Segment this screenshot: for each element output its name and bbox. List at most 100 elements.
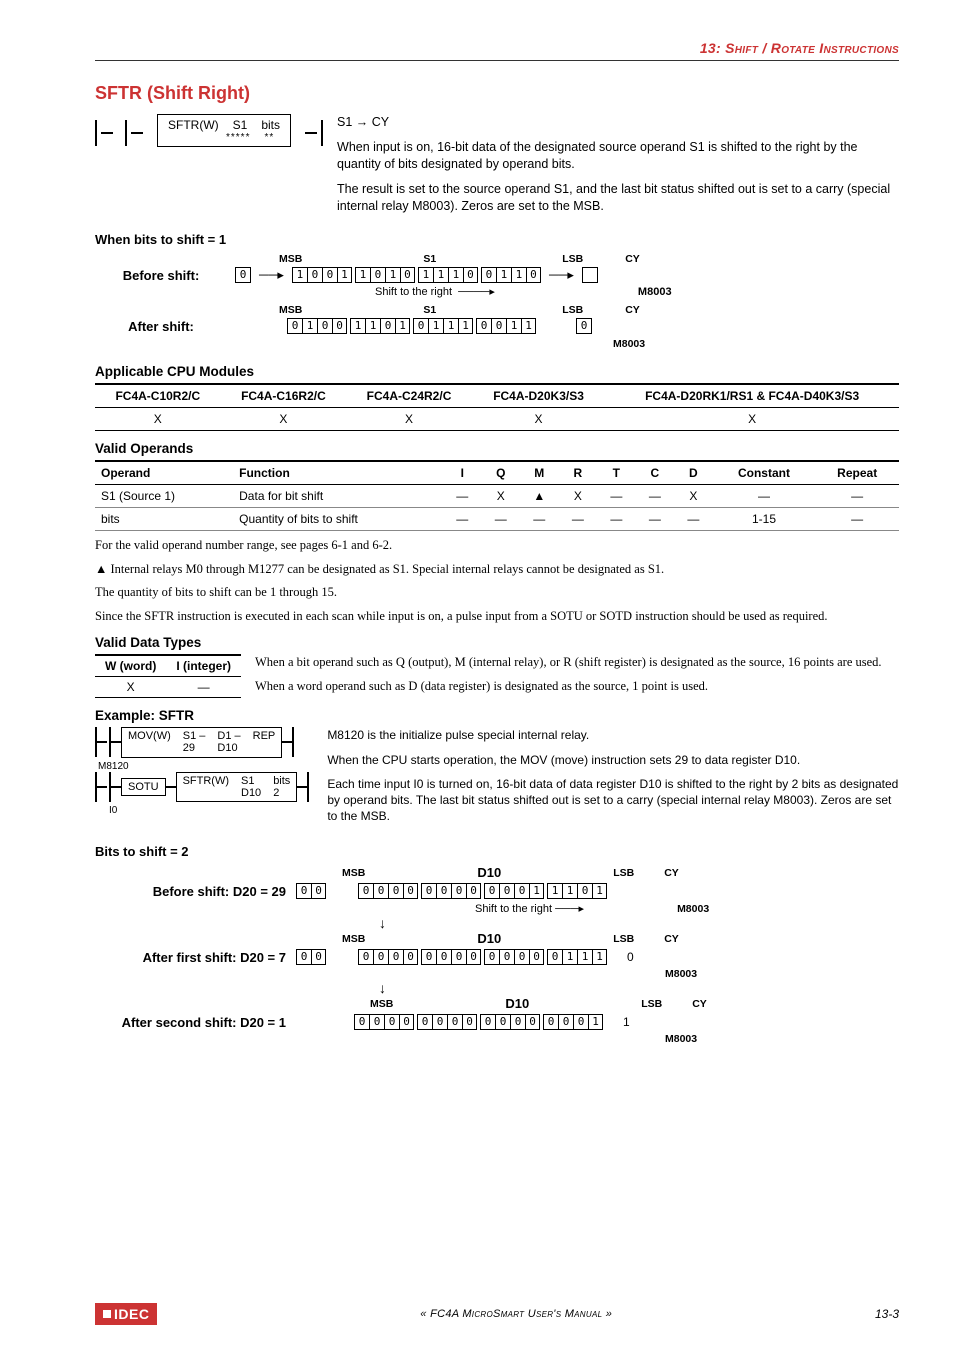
bs2-diagram: Bits to shift = 2 MSB D10 LSB CY Before … bbox=[95, 844, 899, 1045]
table-cell: bits bbox=[95, 508, 233, 531]
table-cell: — bbox=[482, 508, 521, 531]
bit-group: 0100 bbox=[287, 318, 347, 334]
table-row: bitsQuantity of bits to shift———————1-15… bbox=[95, 508, 899, 531]
example-heading: Example: SFTR bbox=[95, 708, 899, 723]
bit-cell: 0 bbox=[311, 883, 326, 899]
table-cell: — bbox=[443, 485, 482, 508]
bit-cell: 0 bbox=[421, 883, 436, 899]
label-lsb: LSB bbox=[641, 998, 662, 1010]
bit-cell: 0 bbox=[354, 1014, 369, 1030]
arrow-icon: ──▸ bbox=[259, 267, 284, 283]
ex-p3: Each time input I0 is turned on, 16-bit … bbox=[327, 776, 899, 825]
bit-cell: 1 bbox=[458, 318, 473, 334]
table-cell: S1 (Source 1) bbox=[95, 485, 233, 508]
bit-cell: 0 bbox=[451, 949, 466, 965]
ex-c2a: D1 – bbox=[217, 730, 240, 742]
ex-c1a: S1 – bbox=[183, 730, 206, 742]
bit-cell: 0 bbox=[403, 949, 418, 965]
label-d10: D10 bbox=[477, 931, 501, 946]
after-bits: 0100110101110011 bbox=[287, 318, 536, 334]
bit-cell: 1 bbox=[385, 267, 400, 283]
bit-cell: 1 bbox=[511, 267, 526, 283]
bit-cell: 1 bbox=[562, 883, 577, 899]
idec-logo: IDEC bbox=[95, 1303, 157, 1325]
example-text: M8120 is the initialize pulse special in… bbox=[327, 727, 899, 832]
bit-cell: 0 bbox=[463, 267, 478, 283]
bit-cell: 1 bbox=[592, 949, 607, 965]
instr-stars1: ***** bbox=[226, 132, 250, 143]
bs2-heading: Bits to shift = 2 bbox=[95, 844, 899, 859]
bit-cell: 0 bbox=[296, 949, 311, 965]
table-cell: — bbox=[815, 485, 899, 508]
footer-mid-b: MicroSmart User's Manual bbox=[462, 1308, 602, 1320]
bit-group: 0000 bbox=[484, 949, 544, 965]
bit-cell: 1 bbox=[529, 883, 544, 899]
label-msb: MSB bbox=[342, 933, 365, 945]
label-cy: CY bbox=[625, 253, 640, 265]
ex-bits: bits bbox=[273, 775, 290, 787]
bit-group: 0001 bbox=[543, 1014, 603, 1030]
ex-s1: S1 bbox=[241, 775, 254, 787]
m8003: M8003 bbox=[665, 968, 899, 980]
table-cell: — bbox=[443, 508, 482, 531]
bit-cell: 1 bbox=[448, 267, 463, 283]
table-header: M bbox=[520, 461, 559, 485]
bit-cell: 0 bbox=[510, 1014, 525, 1030]
bs2-after1-bits: 0000000000000111 bbox=[358, 949, 607, 965]
ex-c3: REP bbox=[253, 730, 276, 754]
table-cell: — bbox=[674, 508, 713, 531]
bit-cell: 0 bbox=[413, 318, 428, 334]
bit-group: 0000 bbox=[354, 1014, 414, 1030]
table-header: C bbox=[636, 461, 675, 485]
label-msb: MSB bbox=[342, 867, 365, 879]
bit-cell: 1 bbox=[588, 1014, 603, 1030]
shift-note: Shift to the right ───▸ M8003 bbox=[475, 902, 899, 915]
table-header: T bbox=[597, 461, 636, 485]
bit-cell: 0 bbox=[543, 1014, 558, 1030]
body-para: ▲ Internal relays M0 through M1277 can b… bbox=[95, 561, 899, 579]
bit-cell: 0 bbox=[399, 1014, 414, 1030]
bit-cell: 1 bbox=[350, 318, 365, 334]
down-arrow-icon: ↓ bbox=[379, 915, 899, 931]
table-header: FC4A-C10R2/C bbox=[95, 384, 221, 408]
bit-cell: 1 bbox=[547, 883, 562, 899]
bit-group: 0000 bbox=[421, 883, 481, 899]
table-cell: — bbox=[520, 508, 559, 531]
bit-cell: 0 bbox=[417, 1014, 432, 1030]
bit-cell: 1 bbox=[365, 318, 380, 334]
bit-cell: 0 bbox=[332, 318, 347, 334]
bit-cell: 0 bbox=[400, 267, 415, 283]
m8003-label: M8003 bbox=[638, 286, 672, 298]
instruction-row: SFTR(W) S1 bits ***** ** S1 → CY When in… bbox=[95, 114, 899, 222]
bit-cell: 1 bbox=[496, 267, 511, 283]
operands-table: OperandFunctionIQMRTCDConstantRepeat S1 … bbox=[95, 460, 899, 531]
dt-row: W (word) I (integer) X — When a bit oper… bbox=[95, 654, 899, 698]
label-cy: CY bbox=[664, 933, 679, 945]
body-para: Since the SFTR instruction is executed i… bbox=[95, 608, 899, 626]
example-row: MOV(W) S1 –29 D1 –D10 REP M8120 SOTU SFT… bbox=[95, 727, 899, 832]
bit-group: 1010 bbox=[355, 267, 415, 283]
bs2-before-label: Before shift: D20 = 29 bbox=[95, 884, 290, 899]
label-cy: CY bbox=[625, 304, 640, 316]
bit-cell: 1 bbox=[395, 318, 410, 334]
bit-cell: 1 bbox=[562, 949, 577, 965]
ex-mov: MOV(W) bbox=[128, 730, 171, 754]
bit-cell: 0 bbox=[573, 1014, 588, 1030]
example-ladder: MOV(W) S1 –29 D1 –D10 REP M8120 SOTU SFT… bbox=[95, 727, 309, 815]
bit-cell: 0 bbox=[484, 883, 499, 899]
bit-group: 00 bbox=[296, 883, 326, 899]
dt-text2: When a word operand such as D (data regi… bbox=[255, 678, 899, 696]
arrow-icon: ──▸ bbox=[549, 267, 574, 283]
table-header: I bbox=[443, 461, 482, 485]
bit-cell: 0 bbox=[499, 949, 514, 965]
table-row: XXXXX bbox=[95, 408, 899, 431]
instruction-box: SFTR(W) S1 bits ***** ** bbox=[157, 114, 291, 147]
down-arrow-icon: ↓ bbox=[379, 980, 899, 996]
chap-num: 13: bbox=[700, 40, 725, 56]
bit-cell: 0 bbox=[322, 267, 337, 283]
table-header: Operand bbox=[95, 461, 233, 485]
ex-left-label: I0 bbox=[109, 805, 309, 816]
cpu-table: FC4A-C10R2/CFC4A-C16R2/CFC4A-C24R2/CFC4A… bbox=[95, 383, 899, 431]
bit-cell: 0 bbox=[358, 883, 373, 899]
label-lsb: LSB bbox=[613, 933, 634, 945]
